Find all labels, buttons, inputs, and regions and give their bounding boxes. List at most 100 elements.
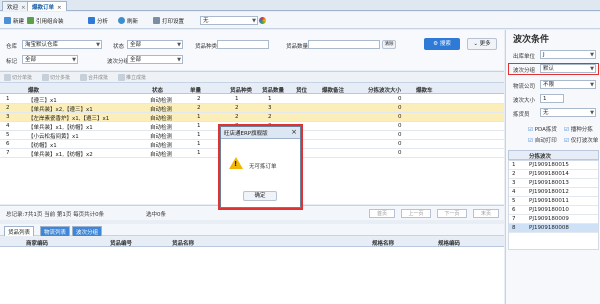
tab-logistics-list[interactable]: 物流列表 — [40, 226, 71, 236]
picker-label: 拣货员 — [513, 112, 530, 118]
merge-icon — [80, 74, 87, 81]
check-seeding[interactable]: ☑ 播种分拣 — [564, 125, 593, 133]
col-header[interactable]: 状态 — [152, 86, 163, 94]
warehouse-select[interactable]: 淘宝默认仓库 ▼ — [22, 40, 102, 49]
close-icon[interactable]: × — [21, 5, 26, 11]
col-header[interactable]: 爆款 — [28, 86, 39, 94]
warehouse-label: 仓库 — [6, 44, 18, 50]
wave-group-label: 波次分组 — [513, 68, 536, 74]
list-item[interactable]: 1 PJ1909180015 — [509, 161, 598, 170]
merge-button[interactable]: 合并成批 — [80, 74, 108, 81]
next-page-button[interactable]: 下一页 — [437, 209, 467, 218]
refresh-icon — [118, 17, 125, 24]
tab-hot-orders[interactable]: 爆款订单 × — [27, 1, 67, 11]
close-icon[interactable]: × — [57, 5, 62, 11]
wave-list: 1 PJ1909180015 2 PJ1909180014 3 PJ190918001… — [508, 160, 599, 250]
wave-group-select[interactable]: 默认 ▼ — [540, 64, 596, 73]
refresh-button[interactable]: 刷新 — [118, 15, 138, 26]
list-item[interactable]: 5 PJ1909180011 — [509, 197, 598, 206]
picker-select[interactable]: 无 ▼ — [540, 108, 596, 117]
goods-kind-input[interactable] — [217, 40, 269, 49]
scissors-icon — [42, 74, 49, 81]
push-icon — [118, 74, 125, 81]
toolbar: 新建 引用组合装 分析 刷新 打印设置 无 ▼ — [0, 12, 600, 29]
split-single-button[interactable]: 切分单批 — [4, 74, 32, 81]
goods-grid-header: 商家编码 货品编号 货品名称 规格名称 规格编码 — [0, 237, 504, 247]
list-item[interactable]: 7 PJ1909180009 — [509, 215, 598, 224]
fetch-combo-button[interactable]: 引用组合装 — [27, 15, 64, 26]
more-button[interactable]: ⌄ 更多 — [467, 38, 497, 50]
gear-icon: ⚙ — [433, 41, 440, 47]
push-batch-button[interactable]: 推立成批 — [118, 74, 146, 81]
col-header[interactable]: 爆款车 — [416, 86, 433, 94]
clear-button[interactable]: 清除 — [382, 40, 396, 49]
wave-size-input[interactable]: 1 — [540, 94, 564, 103]
logistics-select[interactable]: 不限 ▼ — [540, 80, 596, 89]
last-page-button[interactable]: 末页 — [473, 209, 499, 218]
selected-count: 选中0条 — [146, 212, 166, 218]
link-icon — [27, 17, 34, 24]
printer-icon — [153, 17, 160, 24]
print-settings-button[interactable]: 打印设置 — [153, 15, 184, 26]
dialog-title-bar: 旺店通ERP旗舰版 × — [221, 127, 300, 139]
color-icon[interactable] — [259, 17, 266, 24]
check-auto-print[interactable]: ☑ 自动打印 — [528, 136, 557, 144]
outbound-label: 出库单位 — [513, 54, 536, 60]
checkbox-icon: ☑ — [528, 127, 533, 133]
mark-select[interactable]: 全部 ▼ — [22, 55, 78, 64]
wave-group-select[interactable]: 全部 ▼ — [127, 55, 183, 64]
new-button[interactable]: 新建 — [4, 15, 24, 26]
status-label: 状态 — [113, 44, 125, 50]
scissors-icon — [4, 74, 11, 81]
tab-goods-list[interactable]: 货品列表 — [4, 226, 35, 236]
split-multi-button[interactable]: 切分多批 — [42, 74, 70, 81]
col-header[interactable]: 货品名称 — [172, 239, 194, 247]
list-item[interactable]: 2 PJ1909180014 — [509, 170, 598, 179]
list-item[interactable]: 3 PJ1909180013 — [509, 179, 598, 188]
status-select[interactable]: 全部 ▼ — [127, 40, 183, 49]
outbound-select[interactable]: J ▼ — [540, 50, 596, 59]
dialog-title: 旺店通ERP旗舰版 — [224, 131, 268, 137]
first-page-button[interactable]: 首页 — [369, 209, 395, 218]
close-icon[interactable]: × — [291, 128, 297, 136]
bottom-tabs: 货品列表 物流列表 波次分组 — [0, 224, 504, 236]
check-pda[interactable]: ☑ PDA拣货 — [528, 125, 557, 133]
col-header[interactable]: 规格名称 — [372, 239, 394, 247]
checkbox-icon: ☑ — [528, 138, 533, 144]
list-item[interactable]: 6 PJ1909180010 — [509, 206, 598, 215]
check-wave-only[interactable]: ☑ 仅打波次单 — [564, 136, 598, 144]
message-dialog: 旺店通ERP旗舰版 × ! 无可拣订单 确定 — [220, 126, 301, 208]
search-button[interactable]: ⚙ 搜索 — [424, 38, 460, 50]
tab-wave-group[interactable]: 波次分组 — [72, 226, 103, 236]
list-item-selected[interactable]: 8 PJ1909180008 — [509, 224, 598, 233]
chevron-down-icon: ▼ — [590, 110, 594, 116]
col-header[interactable]: 爆款备注 — [322, 86, 344, 94]
col-header[interactable]: 单量 — [190, 86, 201, 94]
goods-count-input[interactable] — [308, 40, 380, 49]
filter-panel: 仓库 淘宝默认仓库 ▼ 状态 全部 ▼ 货品种类 货品数量 清除 ⚙ 搜索 ⌄ 更多… — [0, 30, 504, 70]
table-row[interactable]: 1 【遵三】x1 自动检测 2 1 1 0 — [0, 95, 504, 104]
chevron-down-icon: ▼ — [177, 57, 181, 63]
dialog-message: 无可拣订单 — [249, 164, 277, 170]
mark-label: 标记 — [6, 59, 18, 65]
col-header[interactable]: 货品编号 — [110, 239, 132, 247]
prev-page-button[interactable]: 上一页 — [401, 209, 431, 218]
col-header[interactable]: 货位 — [296, 86, 307, 94]
chart-icon — [88, 17, 95, 24]
col-header[interactable]: 货品数量 — [262, 86, 284, 94]
ok-button[interactable]: 确定 — [243, 191, 277, 201]
analyze-button[interactable]: 分析 — [88, 15, 108, 26]
wave-list-title: 分拣波次 — [529, 154, 552, 160]
col-header[interactable]: 规格编码 — [438, 239, 460, 247]
logistics-label: 物流公司 — [513, 84, 536, 90]
checkbox-icon: ☑ — [564, 138, 569, 144]
col-header[interactable]: 分拣波次大小 — [368, 86, 401, 94]
record-summary: 总记录:7共1页 当前 第1页 每页共计0条 — [6, 212, 105, 218]
list-item[interactable]: 4 PJ1909180012 — [509, 188, 598, 197]
col-header[interactable]: 商家编码 — [26, 239, 48, 247]
table-row[interactable]: 3 【左岸素瓷香炉】x1,【遵三】x1 自动检测 1 2 2 0 — [0, 113, 504, 122]
col-header[interactable]: 货品种类 — [230, 86, 252, 94]
print-template-select[interactable]: 无 ▼ — [200, 16, 258, 25]
table-row[interactable]: 2 【单兵装】x2,【遵三】x1 自动检测 2 2 3 0 — [0, 104, 504, 113]
goods-grid: 商家编码 货品编号 货品名称 规格名称 规格编码 — [0, 237, 504, 304]
